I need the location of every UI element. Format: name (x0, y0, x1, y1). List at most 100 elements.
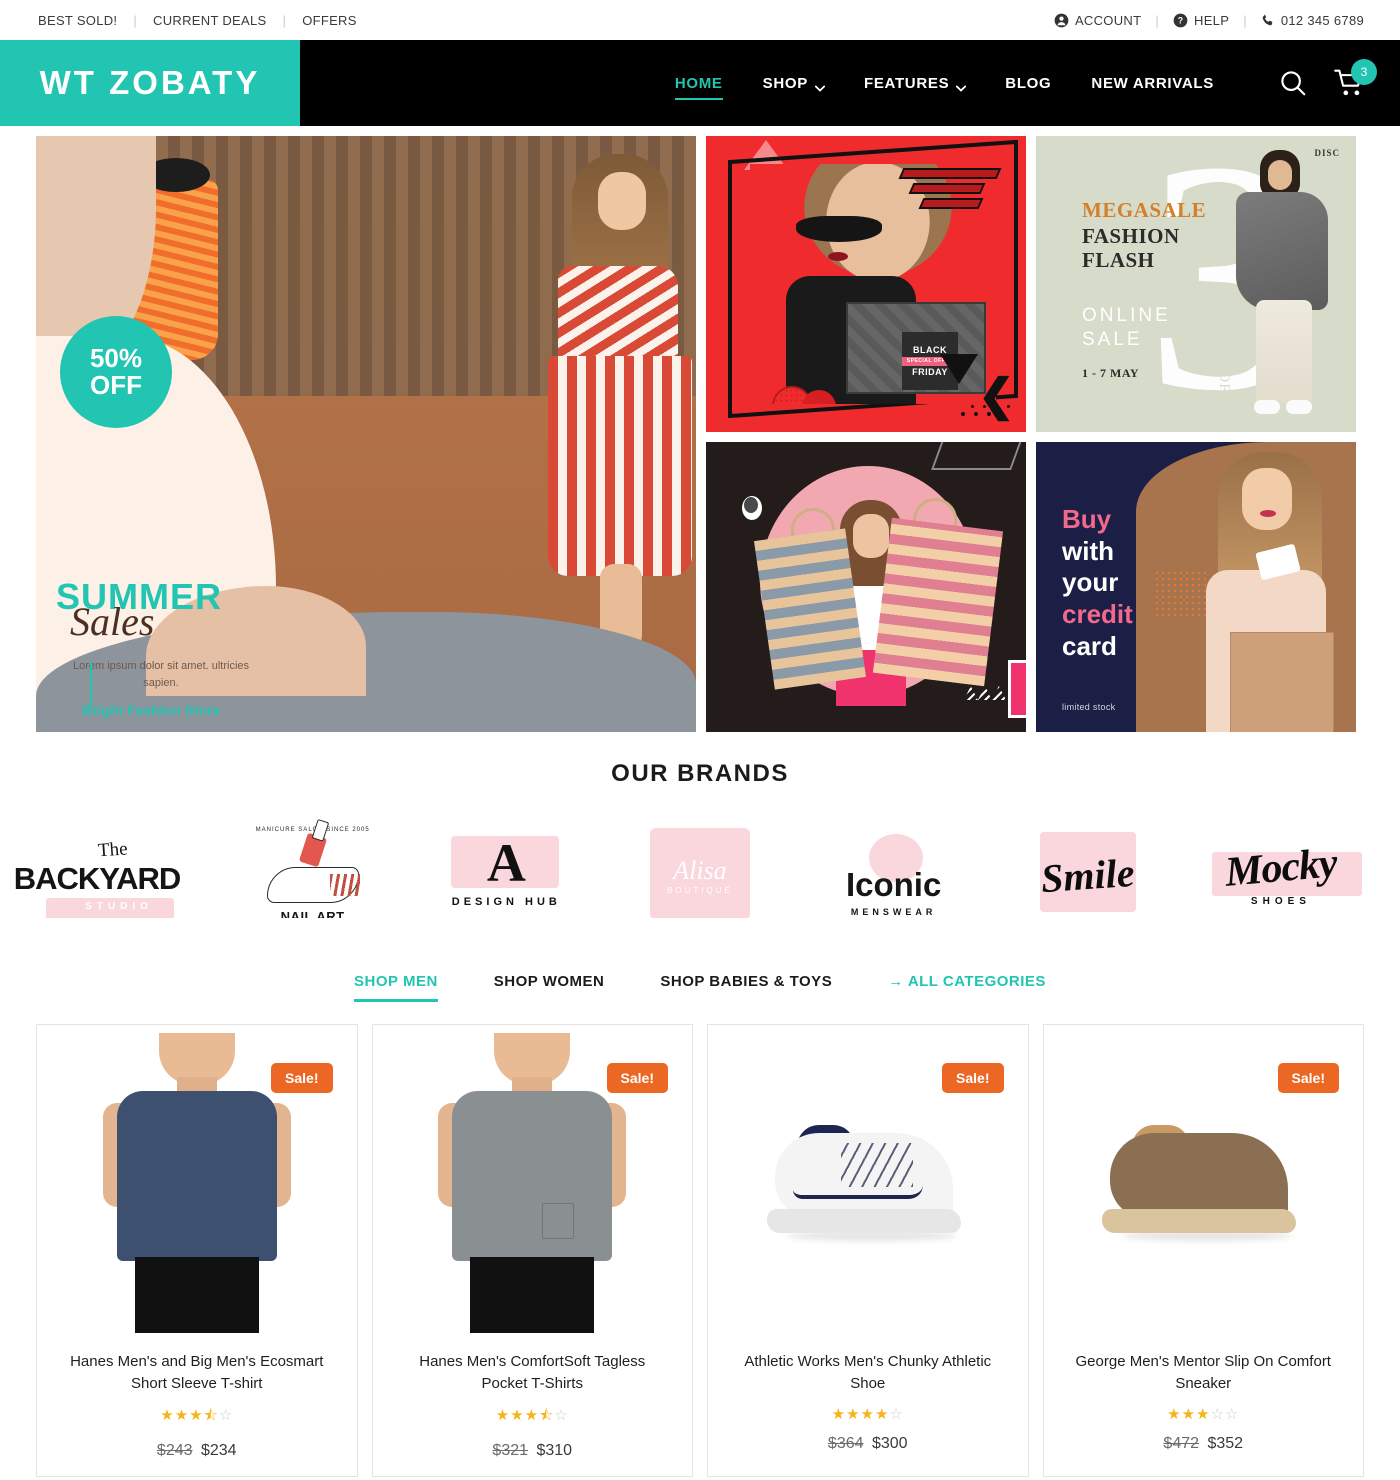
brand-logo-alisa-boutique[interactable]: Alisa BOUTIQUE (611, 820, 789, 918)
product-card[interactable]: Sale! Hanes Men's ComfortSoft Tagless Po… (371, 1024, 693, 1477)
account-button[interactable]: ACCOUNT (1054, 13, 1141, 28)
product-price: $300 (871, 1434, 908, 1452)
product-prices: $472 $352 (1044, 1423, 1364, 1469)
site-logo[interactable]: WT ZOBATY (0, 40, 300, 126)
product-card[interactable]: Sale! Hanes Men's and Big Men's Ecosmart… (36, 1024, 358, 1477)
search-icon[interactable] (1278, 68, 1308, 98)
brand-name-mocky: Mocky (1223, 839, 1339, 896)
topbar-link-offers[interactable]: OFFERS (300, 13, 359, 28)
megasale-subheading: FASHION FLASH (1082, 224, 1180, 273)
megasale-heading: MEGASALE (1082, 198, 1207, 222)
topbar-link-current-deals[interactable]: CURRENT DEALS (151, 13, 268, 28)
model-face-shape (598, 172, 646, 230)
stripe-decoration (898, 168, 1002, 209)
sneaker-illustration (763, 1113, 973, 1263)
brand-logo-mocky-shoes[interactable]: Mocky SHOES (1192, 820, 1370, 918)
banner-lower-prices[interactable]: ✱ Lower Prices Lorem ipsum dolor sit ame… (706, 442, 1026, 732)
nav-item-shop[interactable]: SHOP (743, 40, 844, 126)
tab-shop-babies-toys[interactable]: SHOP BABIES & TOYS (660, 973, 832, 1002)
credit-banner-title: Buy with your credit card (1062, 504, 1133, 663)
help-button[interactable]: ? HELP (1173, 13, 1229, 28)
megasale-line3: FLASH (1082, 248, 1155, 273)
nav-item-blog[interactable]: BLOG (985, 40, 1071, 126)
megasale-line2: FASHION (1082, 224, 1180, 248)
banner-megasale[interactable]: 3 DISC MEGASALE FASHION FLASH ONLINE SAL… (1036, 136, 1356, 432)
product-prices: $364 $300 (708, 1423, 1028, 1469)
dot-grid-decoration (1154, 570, 1206, 618)
product-old-price: $364 (827, 1434, 864, 1452)
topbar-utilities: ACCOUNT | ? HELP | 012 345 6789 (1054, 13, 1364, 28)
header-icon-group: 3 (1278, 59, 1377, 98)
tab-shop-women[interactable]: SHOP WOMEN (494, 973, 605, 1002)
fingernails-decoration (329, 873, 360, 896)
nav-label-home: HOME (674, 74, 723, 92)
model-face-shape (1242, 468, 1292, 530)
brand-name-design-hub: DESIGN HUB (451, 895, 561, 908)
megasale-dates: 1 - 7 MAY (1082, 366, 1140, 380)
nav-item-home[interactable]: HOME (655, 40, 743, 126)
product-old-price: $321 (492, 1441, 529, 1459)
sale-badge: Sale! (271, 1063, 333, 1093)
product-rating: ★★★★☆ (831, 1405, 904, 1423)
badge-percent-line2: OFF (90, 370, 142, 400)
svg-text:?: ? (1178, 15, 1184, 25)
summer-body-text: Lorem ipsum dolor sit amet. ultricies sa… (72, 660, 250, 689)
nav-item-new-arrivals[interactable]: NEW ARRIVALS (1071, 40, 1234, 126)
product-card[interactable]: Sale! Athletic Works Men's Chunky Athlet… (707, 1024, 1029, 1477)
product-rating: ★★★⯪☆ (495, 1406, 569, 1424)
banner-fashion-sale[interactable]: BLACK SPECIAL OFFER FRIDAY 70% discount … (706, 136, 1026, 432)
cart-icon[interactable]: 3 (1334, 59, 1377, 98)
nav-label-new-arrivals: NEW ARRIVALS (1091, 74, 1214, 92)
product-old-price: $472 (1163, 1434, 1200, 1452)
banner-summer-sales[interactable]: 50% OFF SUMMER Sales Lorem ipsum dolor s… (36, 136, 696, 732)
nav-item-features[interactable]: FEATURES (844, 40, 985, 126)
brands-section: OUR BRANDS The BACKYARD STUDIO MANICURE … (0, 732, 1400, 918)
brand-logo-iconic-menswear[interactable]: Iconic MENSWEAR (805, 820, 983, 918)
product-price: $352 (1207, 1434, 1244, 1452)
product-tshirt-shape (452, 1091, 613, 1261)
shoe-stripe-shape (792, 1185, 923, 1199)
credit-stock-note: limited stock (1062, 702, 1116, 712)
brand-name-smile: Smile (1039, 849, 1136, 901)
zigzag-decoration-icon (964, 686, 1006, 700)
brand-logo-smile[interactable]: Smile (998, 820, 1176, 918)
sale-badge: Sale! (606, 1063, 668, 1093)
chevron-down-icon (814, 79, 826, 92)
tab-all-categories[interactable]: → ALL CATEGORIES (888, 973, 1046, 1002)
sale-label: SALE (1082, 328, 1143, 350)
topbar-link-best-sold[interactable]: BEST SOLD! (36, 13, 119, 28)
product-prices: $243 $234 (37, 1430, 357, 1476)
brand-name-backyard: BACKYARD (13, 860, 182, 896)
model-face-shape (853, 514, 889, 558)
brands-logo-row: The BACKYARD STUDIO MANICURE SALON SINCE… (0, 788, 1400, 918)
topbar-links: BEST SOLD! | CURRENT DEALS | OFFERS (36, 13, 359, 28)
banner-credit-card[interactable]: Buy with your credit card limited stock (1036, 442, 1356, 732)
brand-logo-design-hub[interactable]: A DESIGN HUB (417, 820, 595, 918)
phone-link[interactable]: 012 345 6789 (1261, 13, 1364, 28)
banner-model-illustration (1230, 150, 1334, 418)
brand-logo-nail-art[interactable]: MANICURE SALON SINCE 2005 NAIL ART (224, 820, 402, 919)
model-striped-skirt-shape (548, 356, 692, 576)
product-name: George Men's Mentor Slip On Comfort Snea… (1075, 1353, 1331, 1392)
shoe-body-shape (1110, 1133, 1289, 1219)
tab-shop-men[interactable]: SHOP MEN (354, 973, 438, 1002)
model-pants-shape (134, 1257, 259, 1333)
brand-sub-shoes: SHOES (1250, 895, 1311, 907)
product-name: Athletic Works Men's Chunky Athletic Sho… (744, 1353, 992, 1392)
account-icon (1054, 13, 1069, 28)
product-card[interactable]: Sale! George Men's Mentor Slip On Comfor… (1042, 1024, 1364, 1477)
summer-script-title: Sales (70, 599, 155, 644)
sale-badge: Sale! (1277, 1063, 1339, 1093)
carousel-dots[interactable] (961, 412, 1004, 416)
product-name: Hanes Men's and Big Men's Ecosmart Short… (70, 1353, 324, 1392)
topbar-separator: | (282, 12, 287, 28)
brand-name-alisa: Alisa (673, 855, 727, 885)
brand-logo-backyard-studio[interactable]: The BACKYARD STUDIO (14, 820, 208, 918)
sale-badge: Sale! (942, 1063, 1004, 1093)
circle-decoration-icon (742, 496, 762, 520)
credit-title-line3: your (1062, 567, 1119, 598)
promo-banner-grid: BLACK SPECIAL OFFER FRIDAY 70% discount … (0, 126, 1400, 732)
model-coat-shape (1236, 192, 1328, 310)
product-prices: $321 $310 (373, 1430, 693, 1476)
slipon-illustration (1098, 1113, 1308, 1263)
